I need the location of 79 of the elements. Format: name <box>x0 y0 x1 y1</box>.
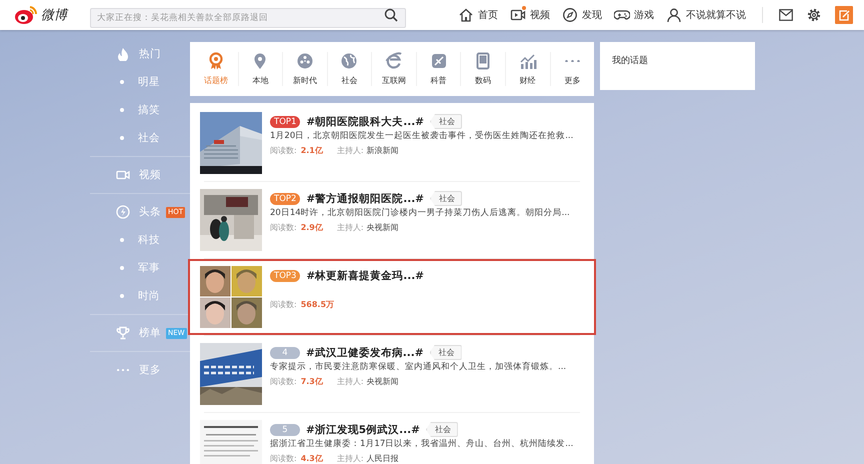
mail-icon[interactable] <box>779 9 793 21</box>
rank-badge: 5 <box>270 424 300 436</box>
lightning-icon <box>116 205 130 219</box>
category-tab[interactable]: 科普 <box>416 52 462 86</box>
globe-icon <box>340 52 358 70</box>
stat-label: 主持人: <box>336 222 364 233</box>
topic-tag: 社会 <box>430 114 462 129</box>
stat-label: 阅读数: <box>270 145 297 156</box>
bullet-icon <box>120 108 124 112</box>
read-count: 2.9亿 <box>300 222 323 233</box>
topic-tag: 社会 <box>430 345 462 360</box>
eye-logo-icon <box>14 5 38 25</box>
topic-title[interactable]: #朝阳医院眼科大夫...# <box>306 114 424 128</box>
bullet-icon <box>120 294 124 298</box>
topic-summary: 20日14时许，北京朝阳医院门诊楼内一男子持菜刀伤人后逃离。朝阳分局... <box>270 206 570 220</box>
tablet-icon <box>474 52 492 70</box>
topic-summary: 专家提示，市民要注意防寒保暖、室内通风和个人卫生，加强体育锻炼。... <box>270 360 566 374</box>
stat-label: 阅读数: <box>270 376 297 387</box>
topic-summary: 1月20日，北京朝阳医院发生一起医生被袭击事件，受伤医生姓陶还在抢救... <box>270 130 574 143</box>
bullet-icon <box>120 238 124 242</box>
nav-link[interactable]: 首页 <box>458 7 498 23</box>
category-tab[interactable]: 新时代 <box>283 52 328 86</box>
stat-label: 阅读数: <box>270 299 297 310</box>
compass-icon <box>562 7 578 23</box>
nav-link[interactable]: 不说就算不说 <box>666 7 746 23</box>
film-reel-icon <box>296 52 314 70</box>
card-title: 我的话题 <box>612 56 648 66</box>
compose-icon[interactable] <box>835 6 853 24</box>
host-name: 新浪新闻 <box>366 145 399 156</box>
category-tab[interactable]: 更多 <box>550 52 594 86</box>
read-count: 7.3亿 <box>300 376 323 387</box>
stat-label: 主持人: <box>336 376 364 387</box>
bullet-icon <box>120 266 124 270</box>
topic-title[interactable]: #武汉卫健委发布病...# <box>306 346 424 360</box>
topic-tag: 社会 <box>430 191 462 206</box>
category-tab[interactable]: 本地 <box>238 52 284 86</box>
topic-title[interactable]: #林更新喜提黄金玛...# <box>306 268 424 282</box>
read-count: 4.3亿 <box>300 453 323 464</box>
bullet-icon <box>120 80 124 84</box>
stat-label: 阅读数: <box>270 453 297 464</box>
topic-title[interactable]: #警方通报朝阳医院...# <box>306 192 424 206</box>
user-icon <box>666 7 682 23</box>
more-icon <box>117 368 129 372</box>
more-icon <box>564 60 580 62</box>
host-name: 人民日报 <box>366 453 399 464</box>
browser-e-icon <box>385 52 404 70</box>
topic-summary: 据浙江省卫生健康委：1月17日以来，我省温州、舟山、台州、杭州陆续发... <box>270 438 574 451</box>
nav-link[interactable]: 游戏 <box>614 7 654 23</box>
rank-badge: TOP3 <box>270 270 300 282</box>
stat-label: 主持人: <box>336 453 364 464</box>
rank-badge: TOP1 <box>270 116 300 128</box>
medal-icon <box>206 52 225 70</box>
home-icon <box>458 7 474 23</box>
stat-label: 阅读数: <box>270 222 297 233</box>
flame-icon <box>116 47 130 61</box>
video-camera-icon <box>116 168 130 182</box>
read-count: 568.5万 <box>300 299 334 310</box>
search-field[interactable]: 大家正在搜：吴花燕相关善款全部原路退回 <box>90 8 406 28</box>
search-icon <box>384 8 398 22</box>
category-tab[interactable]: 互联网 <box>372 52 417 86</box>
category-tab[interactable]: 财经 <box>506 52 550 86</box>
read-count: 2.1亿 <box>300 145 323 156</box>
logo-text: 微博 <box>41 7 67 24</box>
rank-badge: 4 <box>270 346 300 358</box>
video-camera-icon <box>510 7 526 23</box>
trophy-icon <box>116 326 130 340</box>
nav-link[interactable]: 视频 <box>510 7 550 23</box>
category-tab[interactable]: 数码 <box>461 52 506 86</box>
stat-label: 主持人: <box>336 145 364 156</box>
bar-chart-icon <box>518 52 537 70</box>
bullet-icon <box>120 136 124 140</box>
host-name: 央视新闻 <box>366 376 399 387</box>
category-tab[interactable]: 社会 <box>328 52 372 86</box>
nav-link[interactable]: 发现 <box>562 7 602 23</box>
topic-tag: 社会 <box>426 422 458 437</box>
topic-title[interactable]: #浙江发现5例武汉...# <box>306 422 420 436</box>
rank-badge: TOP2 <box>270 192 300 204</box>
settings-icon[interactable] <box>807 8 821 22</box>
host-name: 央视新闻 <box>366 222 399 233</box>
